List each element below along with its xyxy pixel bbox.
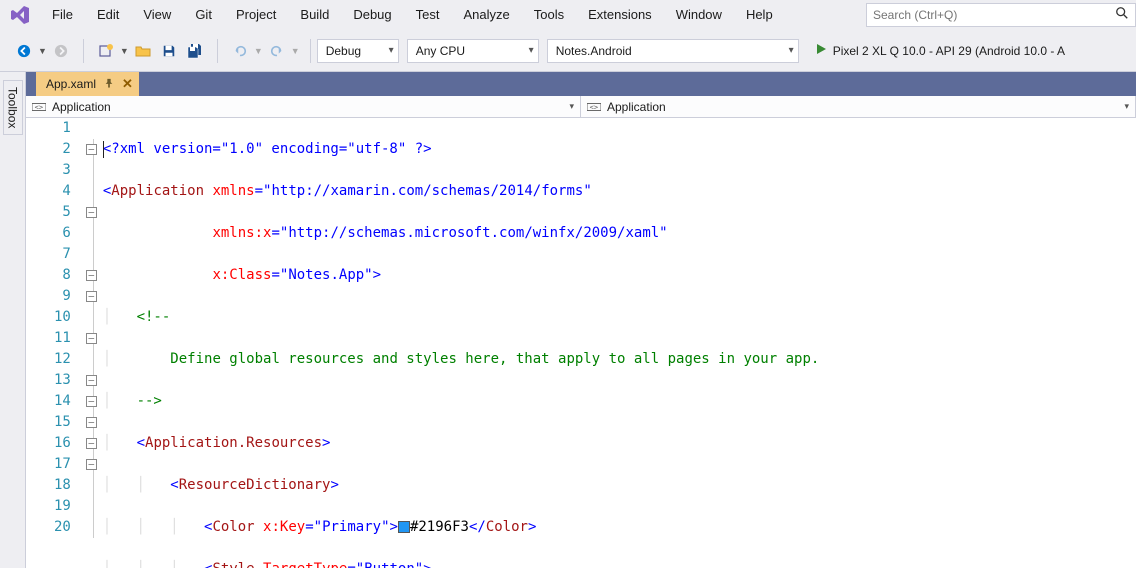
menu-extensions[interactable]: Extensions: [576, 2, 664, 27]
start-debugging-button[interactable]: Pixel 2 XL Q 10.0 - API 29 (Android 10.0…: [807, 39, 1073, 63]
startup-project-dropdown[interactable]: Notes.Android: [547, 39, 799, 63]
nav-scope-right-label: Application: [607, 100, 666, 114]
toolbar: ▼ ▼ ▼ ▼ Debug Any CPU Notes.Android: [0, 30, 1136, 72]
toolbar-separator: [310, 39, 311, 63]
menu-bar: File Edit View Git Project Build Debug T…: [0, 0, 1136, 30]
search-box[interactable]: [866, 3, 1136, 27]
redo-button: [265, 39, 289, 63]
vs-logo-icon: [8, 3, 32, 27]
menu-view[interactable]: View: [131, 2, 183, 27]
svg-text:<>: <>: [35, 103, 43, 111]
undo-button: [228, 39, 252, 63]
scope-icon: <>: [587, 101, 601, 113]
toolbar-separator: [83, 39, 84, 63]
redo-dropdown-icon: ▼: [291, 46, 300, 56]
menu-analyze[interactable]: Analyze: [451, 2, 521, 27]
code-nav-bar: <> Application <> Application: [26, 96, 1136, 118]
search-icon: [1115, 6, 1129, 23]
nav-back-button[interactable]: [12, 39, 36, 63]
menu-git[interactable]: Git: [183, 2, 224, 27]
undo-dropdown-icon: ▼: [254, 46, 263, 56]
text-cursor: [103, 141, 104, 158]
svg-text:<>: <>: [590, 103, 598, 111]
save-button[interactable]: [157, 39, 181, 63]
solution-config-dropdown[interactable]: Debug: [317, 39, 399, 63]
menu-test[interactable]: Test: [404, 2, 452, 27]
pin-icon[interactable]: [104, 78, 114, 91]
menu-debug[interactable]: Debug: [341, 2, 403, 27]
nav-scope-left-label: Application: [52, 100, 111, 114]
code-text[interactable]: <?xml version="1.0" encoding="utf-8" ?> …: [103, 118, 1136, 568]
toolbox-panel[interactable]: Toolbox: [0, 72, 26, 568]
tab-title: App.xaml: [46, 77, 96, 91]
color-swatch-primary: [398, 521, 410, 533]
open-file-button[interactable]: [131, 39, 155, 63]
nav-scope-right[interactable]: <> Application: [581, 96, 1136, 117]
menu-window[interactable]: Window: [664, 2, 734, 27]
play-icon: [815, 43, 827, 58]
search-input[interactable]: [873, 8, 1111, 22]
nav-scope-left[interactable]: <> Application: [26, 96, 581, 117]
editor-area: App.xaml ✕ <> Application <> Application…: [26, 72, 1136, 568]
run-target-label: Pixel 2 XL Q 10.0 - API 29 (Android 10.0…: [833, 44, 1065, 58]
menu-tools[interactable]: Tools: [522, 2, 576, 27]
new-project-button[interactable]: [94, 39, 118, 63]
fold-gutter[interactable]: − − − − − − − − − −: [83, 118, 103, 568]
menu-file[interactable]: File: [40, 2, 85, 27]
menu-build[interactable]: Build: [288, 2, 341, 27]
nav-back-dropdown-icon[interactable]: ▼: [38, 46, 47, 56]
scope-icon: <>: [32, 101, 46, 113]
line-number-gutter: 1234567891011121314151617181920: [26, 118, 83, 568]
tab-strip: App.xaml ✕: [26, 72, 1136, 96]
save-all-button[interactable]: [183, 39, 207, 63]
nav-forward-button: [49, 39, 73, 63]
toolbar-separator: [217, 39, 218, 63]
tab-app-xaml[interactable]: App.xaml ✕: [36, 72, 139, 96]
toolbox-label[interactable]: Toolbox: [3, 80, 23, 135]
menu-project[interactable]: Project: [224, 2, 288, 27]
solution-platform-dropdown[interactable]: Any CPU: [407, 39, 539, 63]
new-project-dropdown-icon[interactable]: ▼: [120, 46, 129, 56]
menu-help[interactable]: Help: [734, 2, 785, 27]
menu-edit[interactable]: Edit: [85, 2, 131, 27]
code-editor[interactable]: 1234567891011121314151617181920 − − − − …: [26, 118, 1136, 568]
close-tab-button[interactable]: ✕: [122, 76, 133, 92]
